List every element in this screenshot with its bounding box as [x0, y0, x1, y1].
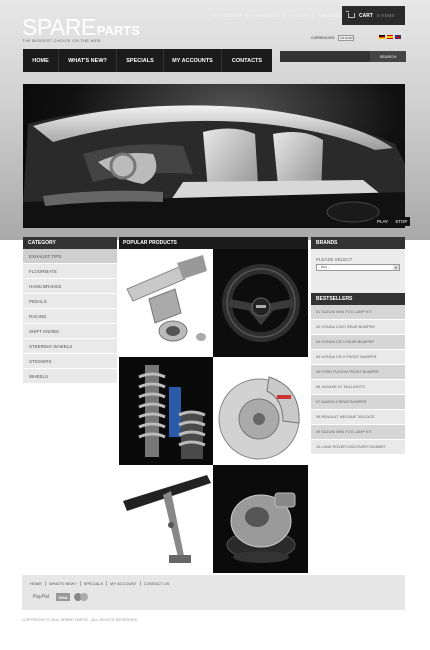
nav-whats-new[interactable]: WHAT'S NEW? — [59, 49, 117, 72]
nav-specials[interactable]: SPECIALS — [117, 49, 164, 72]
product-turbocharger[interactable] — [213, 465, 308, 573]
copyright: COPYRIGHT © 2011 SPARE PARTS · ALL RIGHT… — [22, 617, 138, 622]
bestsellers-title: BESTSELLERS — [311, 293, 405, 305]
currency-switcher: CURRENCIES: US Dollar — [311, 35, 355, 41]
nav-home[interactable]: HOME — [23, 49, 59, 72]
brand-select[interactable]: - Any - ▾ — [316, 264, 400, 271]
top-link-cart[interactable]: MY CART — [284, 13, 313, 19]
product-brake-disc[interactable] — [213, 357, 308, 465]
bestseller-item[interactable]: 05 FORD FUSION FRONT BUMPER — [311, 365, 405, 380]
footer-link-whats-new[interactable]: WHAT'S NEW? — [45, 581, 80, 586]
brake-disc-icon — [213, 357, 308, 465]
bestseller-item[interactable]: 07 MAZDA 3 REAR BUMPER — [311, 395, 405, 410]
category-item[interactable]: WHEELS — [23, 369, 117, 384]
category-item[interactable]: FLOORMATS — [23, 264, 117, 279]
logo[interactable]: SPAREPARTS — [22, 14, 140, 41]
cart-button[interactable]: CART 0 ITEMS — [342, 6, 405, 25]
category-item[interactable]: PEDALS — [23, 294, 117, 309]
category-item[interactable]: STEERING WHEELS — [23, 339, 117, 354]
category-item[interactable]: STICKERS — [23, 354, 117, 369]
turbocharger-icon — [213, 465, 308, 573]
nav-contacts[interactable]: CONTACTS — [222, 49, 272, 72]
search-input[interactable] — [280, 51, 370, 62]
bestseller-item[interactable]: 08 RENAULT MEGANE TAILGATE — [311, 410, 405, 425]
footer-link-contact-us[interactable]: CONTACT US — [139, 581, 173, 586]
currencies-label: CURRENCIES: — [311, 36, 336, 40]
hero-slider-image — [23, 84, 405, 228]
bestseller-item[interactable]: 04 HONDA CR-V FRONT BUMPER — [311, 350, 405, 365]
nav-my-accounts[interactable]: MY ACCOUNTS — [164, 49, 222, 72]
chevron-down-icon: ▾ — [393, 265, 399, 270]
product-steering-wheel[interactable] — [213, 249, 308, 357]
german-flag-icon[interactable] — [379, 35, 385, 39]
bestseller-item[interactable]: 06 JAGUAR XJ TAILLIGHTS — [311, 380, 405, 395]
main-nav: HOME WHAT'S NEW? SPECIALS MY ACCOUNTS CO… — [23, 49, 272, 72]
footer-link-home[interactable]: HOME — [30, 581, 45, 586]
footer-link-specials[interactable]: SPECIALS — [79, 581, 107, 586]
car-interior-illustration — [23, 105, 405, 228]
exhaust-pipe-icon — [119, 249, 213, 357]
footer-links: HOME WHAT'S NEW? SPECIALS MY ACCOUNT CON… — [30, 581, 172, 586]
mastercard-icon — [74, 593, 88, 601]
category-item[interactable]: SHIFT KNOBS — [23, 324, 117, 339]
category-item[interactable]: EXHAUST TIPS — [23, 249, 117, 264]
category-item[interactable]: HAND BRAKES — [23, 279, 117, 294]
logo-sub-text: PARTS — [96, 23, 140, 38]
bestseller-item[interactable]: 09 SUZUKI MINI FOG LAMP KIT — [311, 425, 405, 440]
bestseller-item[interactable]: 03 HONDA CR-V REAR BUMPER — [311, 335, 405, 350]
payment-methods: PayPal VISA — [30, 593, 88, 601]
right-sidebar: BRANDS PLEASE SELECT - Any - ▾ BESTSELLE… — [311, 237, 405, 455]
paypal-icon: PayPal — [32, 594, 50, 600]
brand-select-value: - Any - — [319, 265, 330, 269]
footer-link-my-account[interactable]: MY ACCOUNT — [106, 581, 140, 586]
bestseller-item[interactable]: 02 HONDA CIVIC REAR BUMPER — [311, 320, 405, 335]
category-title: CATEGORY — [23, 237, 117, 249]
cart-item-count: 0 ITEMS — [376, 13, 395, 18]
category-item[interactable]: RACING — [23, 309, 117, 324]
logo-tagline: THE BIGGEST CHOICE ON THE WEB — [22, 38, 101, 43]
product-exhaust-pipe[interactable] — [119, 249, 213, 357]
cart-label: CART — [359, 12, 373, 19]
popular-products-title: POPULAR PRODUCTS — [119, 237, 308, 249]
steering-wheel-icon — [213, 249, 308, 357]
bestseller-item[interactable]: 10 LAND ROVER DISCOVERY BONNET — [311, 440, 405, 455]
cart-icon — [346, 11, 355, 18]
top-link-wishlist[interactable]: MY WISHLIST — [245, 13, 284, 19]
visa-icon: VISA — [56, 593, 70, 601]
please-select-label: PLEASE SELECT — [316, 257, 353, 262]
popular-products: POPULAR PRODUCTS — [119, 237, 308, 573]
product-grid — [119, 249, 308, 573]
shock-absorber-icon — [119, 357, 213, 465]
logo-main-text: SPARE — [22, 14, 96, 40]
brands-box: PLEASE SELECT - Any - ▾ — [311, 249, 405, 293]
rear-spoiler-icon — [119, 465, 213, 573]
english-flag-icon[interactable] — [395, 35, 401, 39]
product-rear-spoiler[interactable] — [119, 465, 213, 573]
language-flags — [379, 35, 401, 39]
footer: HOME WHAT'S NEW? SPECIALS MY ACCOUNT CON… — [22, 575, 405, 610]
top-link-my-account[interactable]: MY ACCOUNT — [212, 13, 246, 19]
search-button[interactable]: SEARCH — [370, 51, 406, 62]
category-sidebar: CATEGORY EXHAUST TIPS FLOORMATS HAND BRA… — [23, 237, 117, 384]
search-bar: SEARCH — [280, 51, 406, 62]
slider-stop-button[interactable]: STOP — [392, 217, 411, 226]
slider-play-button[interactable]: PLAY — [374, 217, 392, 226]
product-shock-absorber[interactable] — [119, 357, 213, 465]
spanish-flag-icon[interactable] — [387, 35, 393, 39]
brands-title: BRANDS — [311, 237, 405, 249]
slider-controls: PLAY STOP — [374, 217, 411, 226]
currency-select[interactable]: US Dollar — [338, 35, 355, 41]
bestseller-item[interactable]: 01 SUZUKI MINI FOG LAMP KIT — [311, 305, 405, 320]
